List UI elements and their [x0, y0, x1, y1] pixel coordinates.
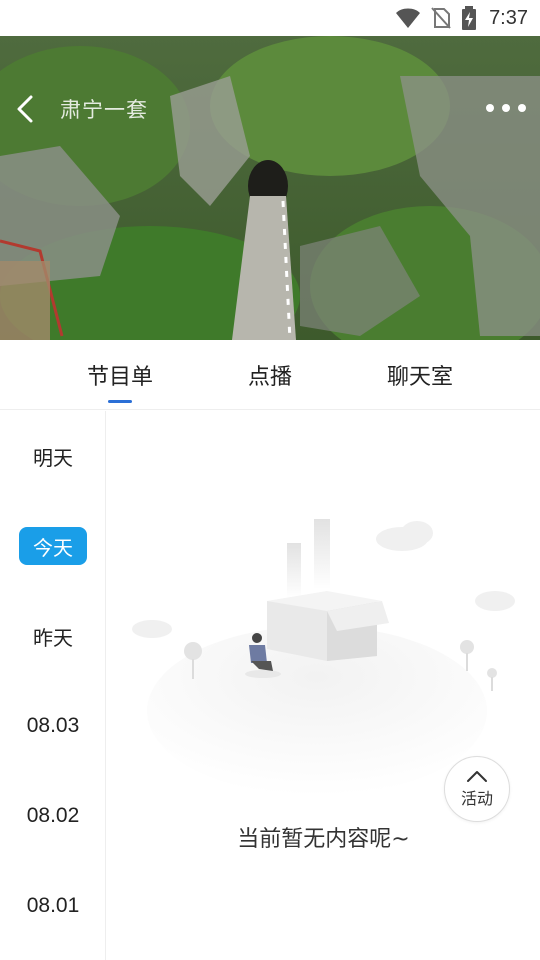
date-list: 明天 今天 昨天 08.03 08.02 08.01: [0, 411, 106, 960]
empty-state-message: 当前暂无内容呢~: [237, 827, 410, 852]
date-item-today[interactable]: 今天: [0, 524, 106, 568]
video-player[interactable]: 肃宁一套: [0, 36, 540, 340]
date-item-tomorrow[interactable]: 明天: [0, 434, 106, 478]
channel-title: 肃宁一套: [60, 98, 148, 122]
status-icons: 7:37: [395, 0, 528, 36]
status-bar: 7:37: [0, 0, 540, 36]
video-frame: [0, 36, 540, 340]
more-options-icon[interactable]: [486, 96, 526, 120]
date-item-0803[interactable]: 08.03: [0, 704, 106, 748]
program-content-area: 活动 当前暂无内容呢~: [107, 411, 540, 960]
wifi-icon: [396, 8, 421, 28]
tab-bar: 节目单 点播 聊天室: [0, 340, 540, 410]
status-time: 7:37: [489, 6, 528, 29]
chevron-up-icon: [467, 771, 487, 782]
back-icon[interactable]: [10, 92, 40, 126]
activity-button[interactable]: 活动: [444, 756, 510, 822]
date-item-yesterday[interactable]: 昨天: [0, 614, 106, 658]
activity-button-label: 活动: [460, 789, 493, 808]
battery-charging-icon: [462, 6, 477, 30]
no-sim-icon: [431, 7, 451, 29]
date-item-0801[interactable]: 08.01: [0, 884, 106, 928]
date-item-today-label: 今天: [19, 527, 87, 565]
date-item-0802[interactable]: 08.02: [0, 794, 106, 838]
tab-on-demand[interactable]: 点播: [210, 340, 330, 410]
tab-chat-room[interactable]: 聊天室: [360, 340, 480, 410]
active-tab-indicator: [108, 400, 132, 403]
